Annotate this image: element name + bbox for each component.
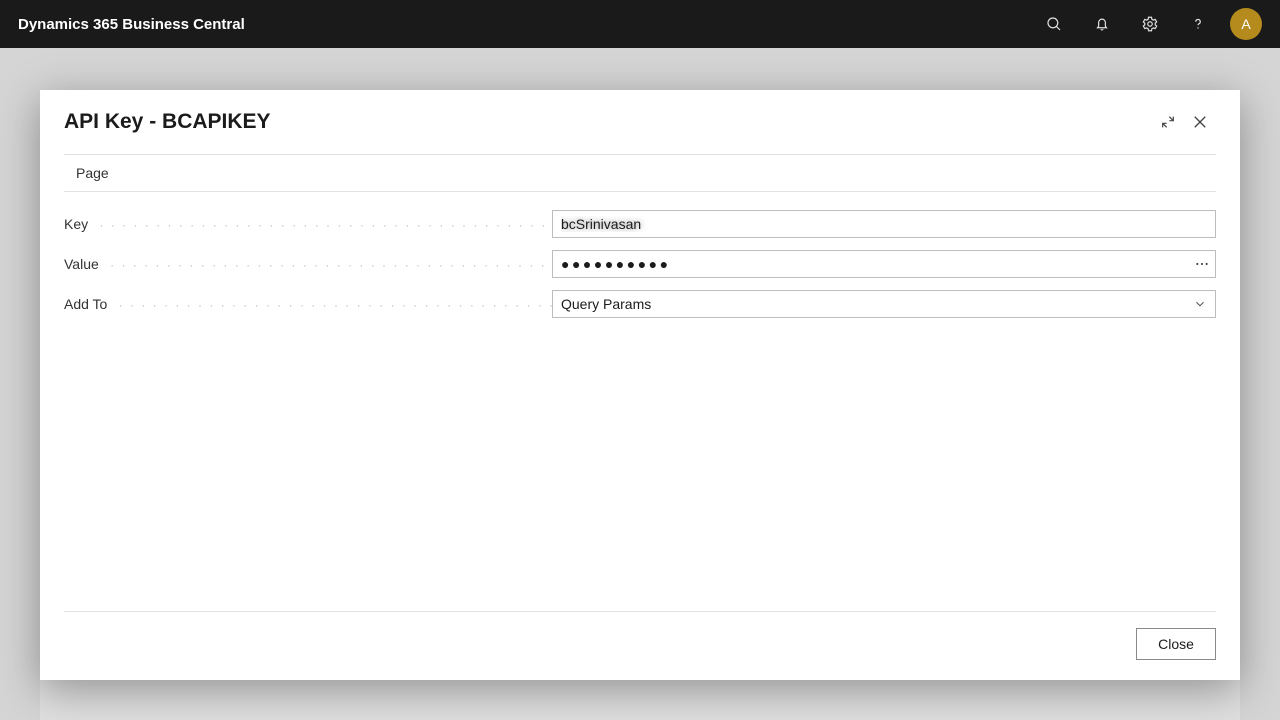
add-to-value: Query Params [561,296,651,312]
notifications-icon[interactable] [1078,0,1126,48]
close-button[interactable]: Close [1136,628,1216,660]
add-to-select[interactable]: Query Params [552,290,1216,318]
help-icon[interactable] [1174,0,1222,48]
add-to-label: Add To [64,296,552,312]
value-input[interactable] [552,250,1216,278]
app-header: Dynamics 365 Business Central A [0,0,1280,48]
key-input[interactable] [552,210,1216,238]
value-assist-button[interactable] [1194,250,1210,278]
user-avatar[interactable]: A [1230,8,1262,40]
app-title: Dynamics 365 Business Central [18,16,245,33]
chevron-down-icon [1193,297,1207,311]
collapse-icon[interactable] [1152,106,1184,138]
api-key-dialog: API Key - BCAPIKEY Page Key Value [40,90,1240,680]
dialog-title: API Key - BCAPIKEY [64,110,1152,134]
close-icon[interactable] [1184,106,1216,138]
value-label: Value [64,256,552,272]
section-label[interactable]: Page [64,155,1216,191]
key-label: Key [64,216,552,232]
search-icon[interactable] [1030,0,1078,48]
settings-icon[interactable] [1126,0,1174,48]
